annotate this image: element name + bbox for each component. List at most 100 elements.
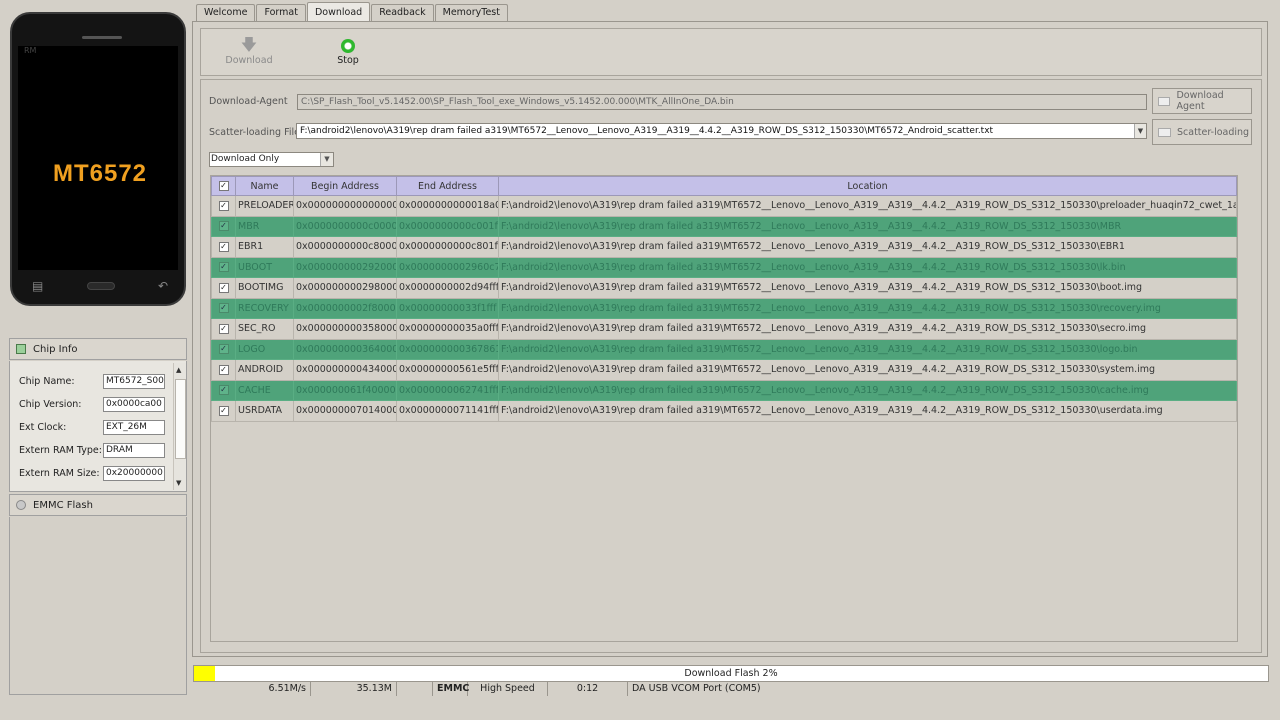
- row-checkbox[interactable]: ✓: [211, 215, 236, 237]
- stop-button[interactable]: Stop: [318, 35, 378, 66]
- partition-name: USRDATA: [235, 400, 294, 422]
- partition-name: CACHE: [235, 379, 294, 401]
- ext-clock-field[interactable]: EXT_26M: [103, 420, 165, 435]
- table-row[interactable]: ✓ LOGO 0x0000000003640000 0x000000000367…: [211, 338, 1237, 360]
- begin-address: 0x0000000002f80000: [293, 297, 397, 319]
- folder-icon: [1158, 96, 1171, 106]
- partition-location[interactable]: F:\android2\lenovo\A319\rep dram failed …: [498, 215, 1237, 237]
- end-address: 0x00000000035a0fff: [396, 318, 499, 340]
- emmc-flash-header[interactable]: EMMC Flash: [9, 494, 187, 516]
- table-row[interactable]: ✓ USRDATA 0x0000000070140000 0x000000007…: [211, 400, 1237, 422]
- partition-name: UBOOT: [235, 256, 294, 278]
- scroll-thumb[interactable]: [175, 379, 186, 459]
- chip-info-icon: [16, 344, 26, 354]
- row-checkbox[interactable]: ✓: [211, 338, 236, 360]
- partition-name: ANDROID: [235, 359, 294, 381]
- chip-version-field[interactable]: 0x0000ca00: [103, 397, 165, 412]
- tab-readback[interactable]: Readback: [371, 4, 434, 21]
- begin-address: 0x0000000002920000: [293, 256, 397, 278]
- column-header-begin[interactable]: Begin Address: [293, 176, 397, 196]
- row-checkbox[interactable]: ✓: [211, 236, 236, 258]
- download-agent-path[interactable]: C:\SP_Flash_Tool_v5.1452.00\SP_Flash_Too…: [297, 94, 1147, 110]
- menu-icon: ▤: [32, 279, 44, 293]
- download-agent-label: Download-Agent: [209, 96, 288, 107]
- scroll-down-icon[interactable]: ▼: [176, 479, 181, 487]
- row-checkbox[interactable]: ✓: [211, 400, 236, 422]
- row-checkbox[interactable]: ✓: [211, 379, 236, 401]
- partition-location[interactable]: F:\android2\lenovo\A319\rep dram failed …: [498, 338, 1237, 360]
- begin-address: 0x0000000002980000: [293, 277, 397, 299]
- begin-address: 0x000000061f40000: [293, 379, 397, 401]
- download-mode-select[interactable]: Download Only ▼: [209, 152, 334, 167]
- row-checkbox[interactable]: ✓: [211, 195, 236, 217]
- partition-name: SEC_RO: [235, 318, 294, 340]
- ram-type-field[interactable]: DRAM: [103, 443, 165, 458]
- partition-location[interactable]: F:\android2\lenovo\A319\rep dram failed …: [498, 297, 1237, 319]
- select-all-checkbox[interactable]: ✓: [211, 176, 236, 196]
- chip-info-header[interactable]: Chip Info: [9, 338, 187, 360]
- end-address: 0x0000000003678611: [396, 338, 499, 360]
- ext-clock-label: Ext Clock:: [19, 422, 67, 433]
- column-header-location[interactable]: Location: [498, 176, 1237, 196]
- ram-size-field[interactable]: 0x20000000: [103, 466, 165, 481]
- table-row[interactable]: ✓ SEC_RO 0x0000000003580000 0x0000000003…: [211, 318, 1237, 340]
- chip-info-scrollbar[interactable]: ▲ ▼: [173, 363, 186, 490]
- begin-address: 0x0000000003580000: [293, 318, 397, 340]
- download-agent-button[interactable]: Download Agent: [1152, 88, 1252, 114]
- folder-icon: [1158, 127, 1171, 137]
- ram-size-label: Extern RAM Size:: [19, 468, 100, 479]
- status-usb-speed: High Speed: [468, 682, 548, 696]
- end-address: 0x0000000002d94fff: [396, 277, 499, 299]
- row-checkbox[interactable]: ✓: [211, 277, 236, 299]
- table-row[interactable]: ✓ BOOTIMG 0x0000000002980000 0x000000000…: [211, 277, 1237, 299]
- table-row[interactable]: ✓ RECOVERY 0x0000000002f80000 0x00000000…: [211, 297, 1237, 319]
- scroll-up-icon[interactable]: ▲: [176, 366, 181, 374]
- table-row[interactable]: ✓ EBR1 0x0000000000c80000 0x0000000000c8…: [211, 236, 1237, 258]
- partition-location[interactable]: F:\android2\lenovo\A319\rep dram failed …: [498, 359, 1237, 381]
- tab-welcome[interactable]: Welcome: [196, 4, 256, 21]
- progress-label: Download Flash 2%: [684, 668, 778, 679]
- status-speed: 6.51M/s: [193, 682, 311, 696]
- table-row[interactable]: ✓ MBR 0x0000000000c00000 0x0000000000c00…: [211, 215, 1237, 237]
- partition-location[interactable]: F:\android2\lenovo\A319\rep dram failed …: [498, 379, 1237, 401]
- table-row[interactable]: ✓ UBOOT 0x0000000002920000 0x00000000029…: [211, 256, 1237, 278]
- partition-location[interactable]: F:\android2\lenovo\A319\rep dram failed …: [498, 256, 1237, 278]
- column-header-name[interactable]: Name: [235, 176, 294, 196]
- scatter-loading-button-label: Scatter-loading: [1177, 126, 1250, 138]
- download-button-label: Download: [225, 55, 273, 66]
- stop-icon: [318, 35, 378, 55]
- chip-name-label: Chip Name:: [19, 376, 75, 387]
- download-agent-button-label: Download Agent: [1176, 90, 1224, 112]
- tab-download[interactable]: Download: [306, 2, 371, 21]
- row-checkbox[interactable]: ✓: [211, 359, 236, 381]
- column-header-end[interactable]: End Address: [396, 176, 499, 196]
- partition-location[interactable]: F:\android2\lenovo\A319\rep dram failed …: [498, 318, 1237, 340]
- emmc-icon: [16, 500, 26, 510]
- tab-format[interactable]: Format: [256, 4, 306, 21]
- row-checkbox[interactable]: ✓: [211, 297, 236, 319]
- chevron-down-icon[interactable]: ▼: [1134, 124, 1146, 138]
- partition-location[interactable]: F:\android2\lenovo\A319\rep dram failed …: [498, 195, 1237, 217]
- begin-address: 0x0000000004340000: [293, 359, 397, 381]
- partition-location[interactable]: F:\android2\lenovo\A319\rep dram failed …: [498, 277, 1237, 299]
- tab-memorytest[interactable]: MemoryTest: [434, 4, 508, 21]
- partition-location[interactable]: F:\android2\lenovo\A319\rep dram failed …: [498, 400, 1237, 422]
- partition-table-area: ✓ Name Begin Address End Address Locatio…: [210, 175, 1238, 642]
- table-row[interactable]: ✓ PRELOADER 0x0000000000000000 0x0000000…: [211, 195, 1237, 217]
- phone-button-bar: ▤ ↶: [32, 276, 168, 296]
- table-row[interactable]: ✓ CACHE 0x000000061f40000 0x000000006274…: [211, 379, 1237, 401]
- partition-location[interactable]: F:\android2\lenovo\A319\rep dram failed …: [498, 236, 1237, 258]
- home-key-icon: [86, 282, 115, 290]
- chip-name-field[interactable]: MT6572_S00: [103, 374, 165, 389]
- download-button[interactable]: 🡇 Download: [219, 35, 279, 66]
- table-row[interactable]: ✓ ANDROID 0x0000000004340000 0x000000005…: [211, 359, 1237, 381]
- row-checkbox[interactable]: ✓: [211, 256, 236, 278]
- chip-info-panel: Chip Name: MT6572_S00 Chip Version: 0x00…: [9, 361, 187, 492]
- chevron-down-icon[interactable]: ▼: [320, 153, 333, 166]
- scatter-file-path[interactable]: F:\android2\lenovo\A319\rep dram failed …: [296, 123, 1147, 139]
- begin-address: 0x0000000070140000: [293, 400, 397, 422]
- scatter-loading-button[interactable]: Scatter-loading: [1152, 119, 1252, 145]
- partition-name: LOGO: [235, 338, 294, 360]
- row-checkbox[interactable]: ✓: [211, 318, 236, 340]
- partition-name: RECOVERY: [235, 297, 294, 319]
